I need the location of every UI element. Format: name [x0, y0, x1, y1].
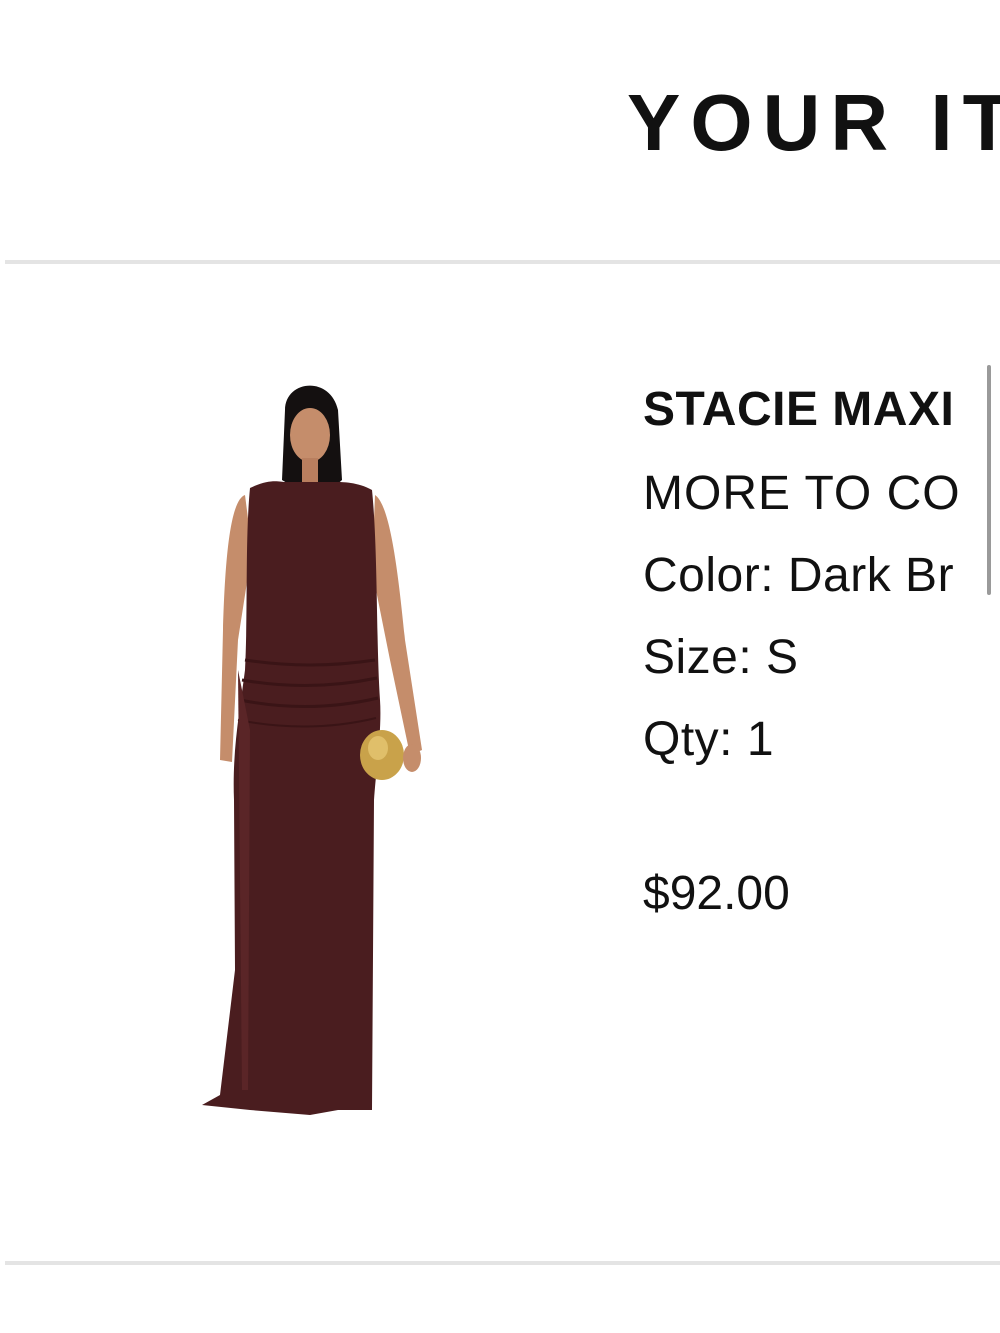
dress-photo-icon [202, 385, 422, 1116]
item-size: Size: S [643, 631, 799, 684]
item-details: STACIE MAXI MORE TO CO Color: Dark Br Si… [643, 380, 1000, 940]
footer-divider [5, 1261, 1000, 1265]
item-quantity: Qty: 1 [643, 713, 775, 766]
product-image[interactable] [190, 370, 440, 1140]
header-divider [5, 260, 1000, 264]
item-price: $92.00 [643, 867, 790, 920]
item-color: Color: Dark Br [643, 549, 955, 602]
page-title: YOUR IT [627, 78, 1000, 167]
brand-name[interactable]: MORE TO CO [643, 464, 961, 524]
product-name[interactable]: STACIE MAXI [643, 380, 954, 440]
